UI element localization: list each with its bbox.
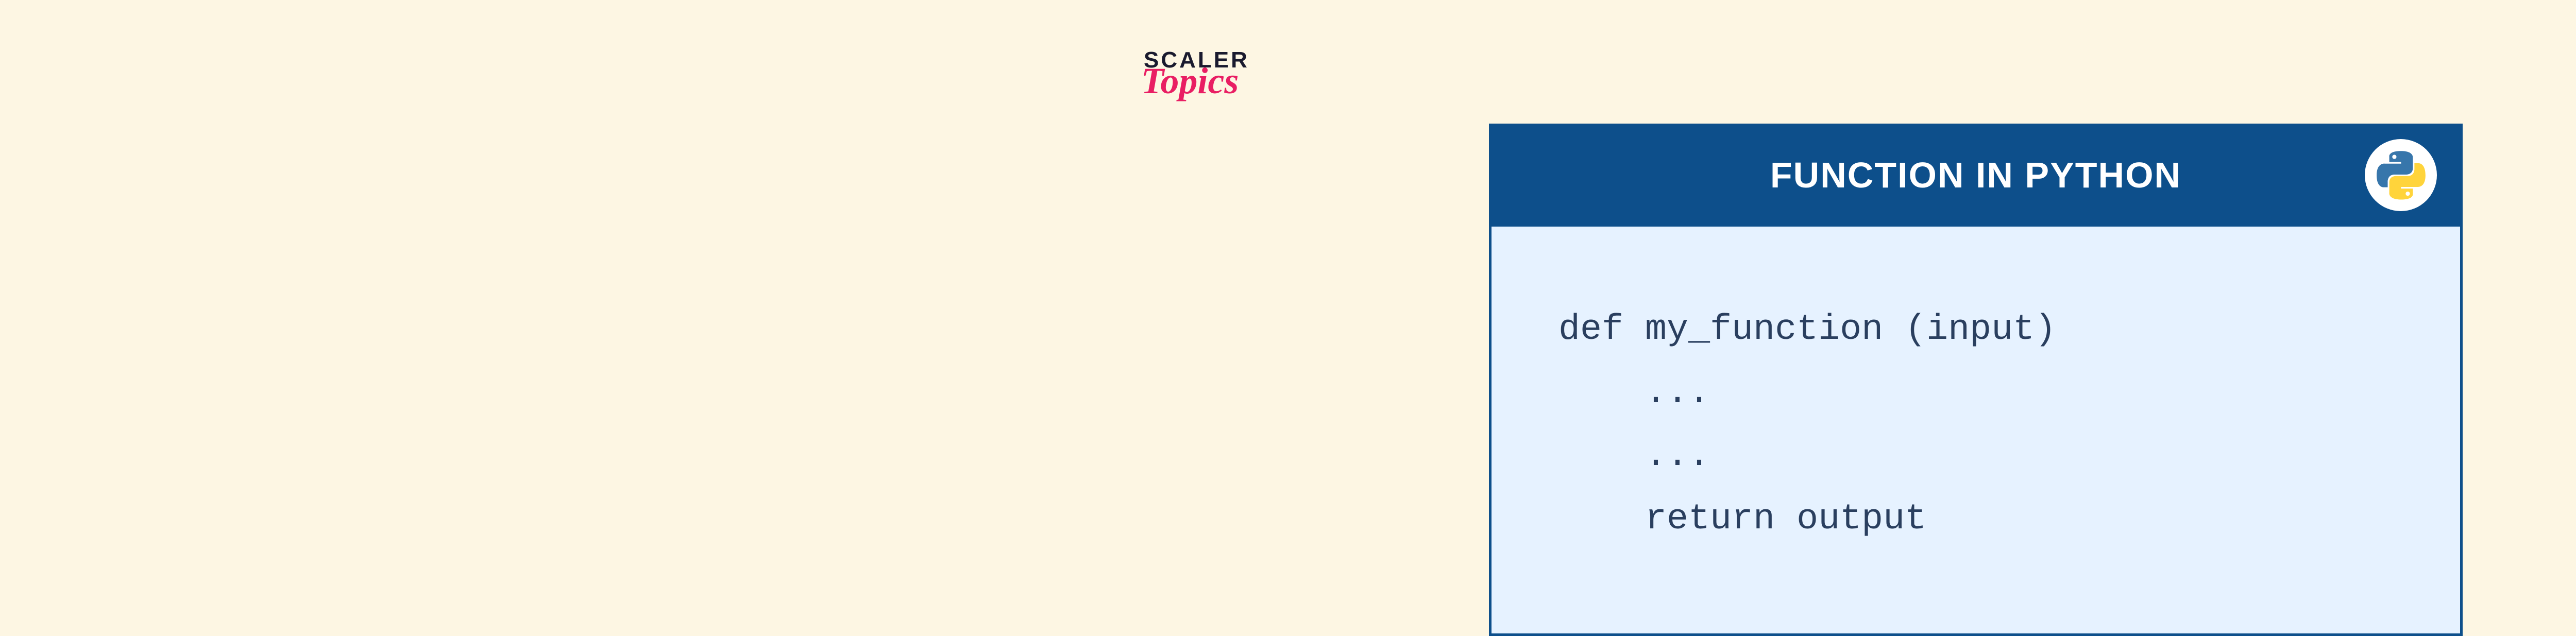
python-icon bbox=[2365, 139, 2437, 211]
card-body: def my_function (input) ... ... return o… bbox=[1489, 227, 2463, 636]
code-block: def my_function (input) ... ... return o… bbox=[1558, 299, 2393, 551]
card-title: FUNCTION IN PYTHON bbox=[1770, 154, 2181, 196]
logo-text-topics: Topics bbox=[1141, 66, 1249, 96]
code-line-2: ... bbox=[1558, 373, 1710, 414]
function-card: FUNCTION IN PYTHON def my_function (inpu… bbox=[1489, 124, 2463, 636]
code-line-1: def my_function (input) bbox=[1558, 310, 2056, 350]
code-line-4: return output bbox=[1558, 499, 1926, 540]
code-line-3: ... bbox=[1558, 436, 1710, 476]
scaler-topics-logo: SCALER Topics bbox=[1144, 49, 1249, 96]
card-header: FUNCTION IN PYTHON bbox=[1489, 124, 2463, 227]
python-logo-icon bbox=[2377, 151, 2426, 200]
